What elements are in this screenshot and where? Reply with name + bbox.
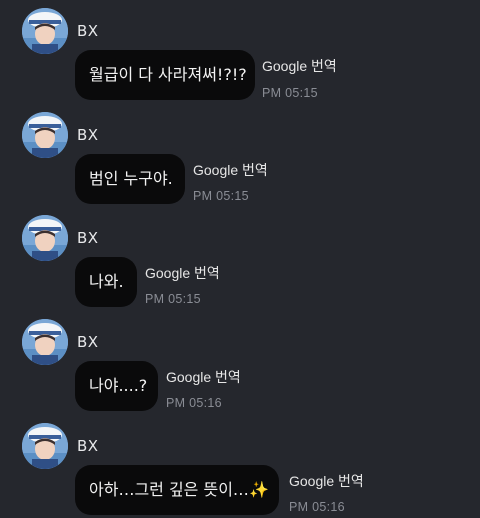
sparkles-icon: ✨ (248, 480, 269, 499)
translate-link[interactable]: Google 번역 (289, 471, 364, 491)
avatar-photo-icon (22, 319, 68, 365)
avatar-photo-icon (22, 112, 68, 158)
message-text: 아하…그런 깊은 뜻이… (89, 480, 249, 499)
avatar-photo-icon (22, 423, 68, 469)
chat-message: BX 나와. Google 번역 PM 05:15 (0, 209, 480, 313)
avatar[interactable] (22, 319, 68, 365)
timestamp: PM 05:15 (262, 86, 318, 100)
avatar[interactable] (22, 423, 68, 469)
translate-link[interactable]: Google 번역 (262, 56, 337, 76)
translate-link[interactable]: Google 번역 (193, 160, 268, 180)
translate-link[interactable]: Google 번역 (145, 263, 220, 283)
message-bubble[interactable]: 범인 누구야. (75, 154, 185, 204)
chat-message: BX 아하…그런 깊은 뜻이…✨ Google 번역 PM 05:16 (0, 417, 480, 518)
sender-name: BX (77, 22, 99, 40)
avatar-photo-icon (22, 215, 68, 261)
avatar[interactable] (22, 215, 68, 261)
message-bubble[interactable]: 월급이 다 사라져써!?!? (75, 50, 255, 100)
avatar[interactable] (22, 112, 68, 158)
chat-message: BX 월급이 다 사라져써!?!? Google 번역 PM 05:15 (0, 2, 480, 106)
message-bubble[interactable]: 아하…그런 깊은 뜻이…✨ (75, 465, 279, 515)
avatar[interactable] (22, 8, 68, 54)
sender-name: BX (77, 437, 99, 455)
sender-name: BX (77, 126, 99, 144)
chat-message: BX 나야....? Google 번역 PM 05:16 (0, 313, 480, 417)
translate-link[interactable]: Google 번역 (166, 367, 241, 387)
timestamp: PM 05:15 (145, 292, 201, 306)
avatar-photo-icon (22, 8, 68, 54)
message-text: 나야....? (89, 376, 148, 395)
timestamp: PM 05:16 (289, 500, 345, 514)
message-bubble[interactable]: 나야....? (75, 361, 158, 411)
message-text: 월급이 다 사라져써!?!? (89, 65, 247, 84)
message-text: 범인 누구야. (89, 169, 173, 188)
chat-message: BX 범인 누구야. Google 번역 PM 05:15 (0, 106, 480, 210)
sender-name: BX (77, 333, 99, 351)
message-text: 나와. (89, 272, 124, 291)
message-bubble[interactable]: 나와. (75, 257, 137, 307)
timestamp: PM 05:15 (193, 189, 249, 203)
chat-window: BX 월급이 다 사라져써!?!? Google 번역 PM 05:15 BX … (0, 0, 480, 518)
sender-name: BX (77, 229, 99, 247)
timestamp: PM 05:16 (166, 396, 222, 410)
